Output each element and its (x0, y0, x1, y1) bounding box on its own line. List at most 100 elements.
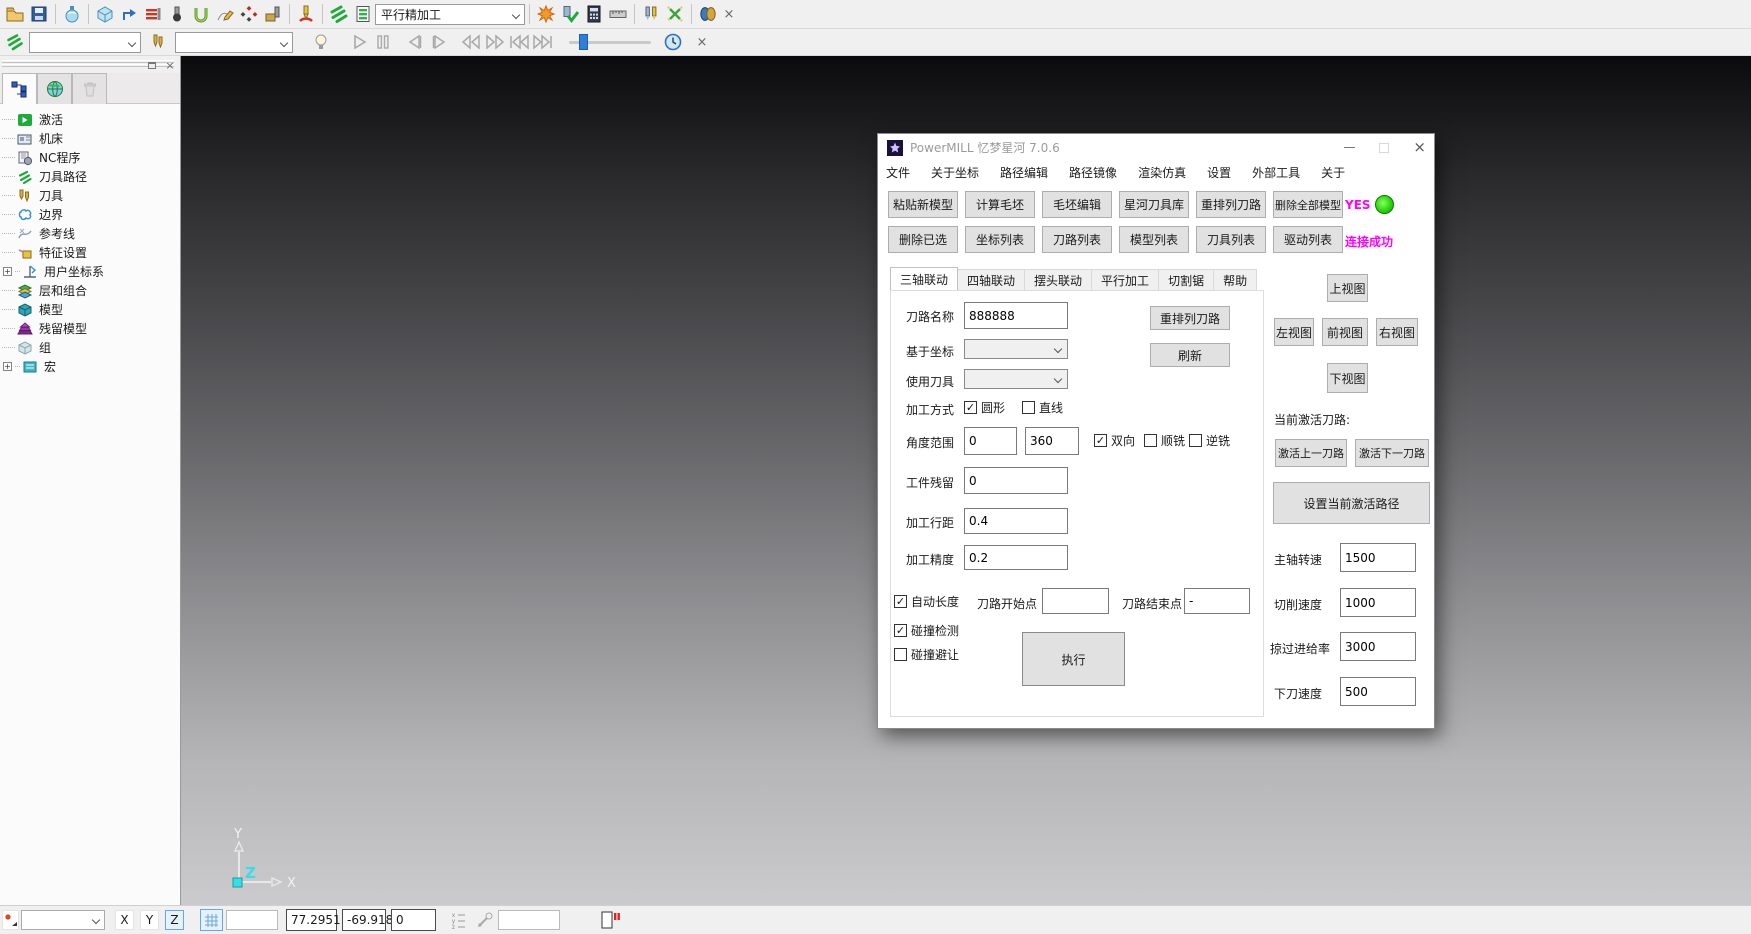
toolpath-name-input[interactable] (964, 302, 1068, 329)
menu-about[interactable]: 关于 (1321, 164, 1345, 181)
menu-coords[interactable]: 关于坐标 (931, 164, 979, 181)
expand-icon[interactable]: + (3, 267, 12, 276)
boundary-u-icon[interactable] (189, 2, 213, 26)
stock-remain-input[interactable] (964, 467, 1068, 494)
menu-external-tools[interactable]: 外部工具 (1252, 164, 1300, 181)
toolpath-list-button[interactable]: 刀路列表 (1042, 226, 1112, 253)
use-tool-combobox[interactable] (964, 369, 1068, 389)
clipboard-status-icon[interactable] (600, 911, 620, 933)
collision-avoid-checkbox[interactable]: 碰撞避让 (894, 646, 959, 663)
tool-list-button[interactable]: 刀具列表 (1196, 226, 1266, 253)
rearrange-toolpaths-button[interactable]: 重排列刀路 (1196, 191, 1266, 218)
drive-list-button[interactable]: 驱动列表 (1273, 226, 1343, 253)
close-icon[interactable]: × (1413, 140, 1426, 155)
axis-y-button[interactable]: Y (140, 910, 159, 930)
grid-snap-button[interactable] (200, 909, 223, 931)
sim-tool-combobox[interactable] (175, 32, 293, 53)
view-left-button[interactable]: 左视图 (1274, 318, 1314, 346)
stock-edit-button[interactable]: 毛坯编辑 (1042, 191, 1112, 218)
panel-grip[interactable]: × (0, 56, 180, 73)
conventional-mill-checkbox[interactable]: 逆铣 (1189, 432, 1230, 449)
tree-item-stock-models[interactable]: 残留模型 (2, 319, 180, 338)
execute-button[interactable]: 执行 (1022, 632, 1125, 686)
bidirectional-checkbox[interactable]: ✓双向 (1094, 432, 1135, 449)
pause-icon[interactable] (371, 30, 395, 54)
swap-axes-icon[interactable] (663, 2, 687, 26)
view-top-button[interactable]: 上视图 (1327, 274, 1368, 302)
compare-cylinders-icon[interactable] (696, 2, 720, 26)
view-front-button[interactable]: 前视图 (1322, 318, 1368, 346)
tab-tilt-head[interactable]: 摆头联动 (1024, 269, 1092, 290)
tolerance-input[interactable] (964, 545, 1068, 570)
tab-3axis[interactable]: 三轴联动 (890, 267, 958, 290)
paste-new-model-button[interactable]: 粘贴新模型 (888, 191, 958, 218)
path-start-input[interactable] (1042, 588, 1109, 614)
toolpath-list-icon[interactable] (351, 2, 375, 26)
tree-item-machine[interactable]: 机床 (2, 129, 180, 148)
tab-help[interactable]: 帮助 (1213, 269, 1257, 290)
tree-item-models[interactable]: 模型 (2, 300, 180, 319)
tab-trash[interactable] (72, 73, 107, 104)
tab-explorer-tree[interactable] (2, 73, 37, 104)
refresh-button[interactable]: 刷新 (1150, 343, 1230, 367)
fast-forward-icon[interactable] (483, 30, 507, 54)
tolerance-status-input[interactable] (498, 910, 560, 930)
skim-feed-input[interactable] (1340, 632, 1416, 661)
grid-size-input[interactable] (226, 910, 278, 930)
angle-to-input[interactable] (1025, 427, 1079, 455)
stepover-input[interactable] (964, 508, 1068, 534)
slider-handle[interactable] (579, 34, 588, 50)
ruler-icon[interactable] (606, 2, 630, 26)
tree-item-activate[interactable]: 激活 (2, 110, 180, 129)
powermill-logo-icon[interactable] (327, 2, 351, 26)
pattern-pencil-icon[interactable] (213, 2, 237, 26)
maximize-icon[interactable] (1379, 143, 1389, 153)
strategy-combobox[interactable]: 平行精加工 (375, 4, 525, 25)
go-start-icon[interactable] (507, 30, 531, 54)
burst-tool-icon[interactable] (534, 2, 558, 26)
axis-z-button[interactable]: Z (165, 910, 184, 930)
tab-saw[interactable]: 切割锯 (1158, 269, 1214, 290)
save-project-icon[interactable] (27, 2, 51, 26)
auto-length-checkbox[interactable]: ✓自动长度 (894, 593, 959, 610)
tab-globe[interactable] (37, 73, 72, 104)
status-combobox[interactable] (21, 910, 105, 930)
view-bottom-button[interactable]: 下视图 (1327, 363, 1368, 393)
method-circle-checkbox[interactable]: ✓圆形 (964, 399, 1005, 416)
menu-render-sim[interactable]: 渲染仿真 (1138, 164, 1186, 181)
points-icon[interactable] (237, 2, 261, 26)
bulb-icon[interactable] (309, 30, 333, 54)
activate-prev-toolpath-button[interactable]: 激活上一刀路 (1275, 439, 1347, 467)
tree-item-groups[interactable]: 组 (2, 338, 180, 357)
tool-block-icon[interactable] (261, 2, 285, 26)
angle-from-input[interactable] (964, 427, 1017, 455)
plunge-feed-input[interactable] (1340, 677, 1416, 706)
menu-path-mirror[interactable]: 路径镜像 (1069, 164, 1117, 181)
step-back-icon[interactable] (403, 30, 427, 54)
rearrange-button[interactable]: 重排列刀路 (1150, 306, 1230, 330)
verify-check-icon[interactable] (558, 2, 582, 26)
menu-file[interactable]: 文件 (886, 164, 910, 181)
xyz-list-icon[interactable]: xyz (452, 912, 468, 932)
close-toolbar-icon[interactable]: × (720, 7, 738, 22)
tree-item-nc-programs[interactable]: NC程序 (2, 148, 180, 167)
method-line-checkbox[interactable]: 直线 (1022, 399, 1063, 416)
menu-settings[interactable]: 设置 (1207, 164, 1231, 181)
set-active-path-button[interactable]: 设置当前激活路径 (1273, 482, 1430, 524)
close-toolbar-icon[interactable]: × (693, 35, 711, 50)
coord-base-combobox[interactable] (964, 339, 1068, 359)
tree-item-patterns[interactable]: 参考线 (2, 224, 180, 243)
collision-check-checkbox[interactable]: ✓碰撞检测 (894, 622, 959, 639)
step-forward-icon[interactable] (427, 30, 451, 54)
simulation-speed-slider[interactable] (569, 32, 651, 52)
climb-mill-checkbox[interactable]: 顺铣 (1144, 432, 1185, 449)
minimize-icon[interactable] (1344, 147, 1355, 148)
coord-list-button[interactable]: 坐标列表 (965, 226, 1035, 253)
toolpath-connections-icon[interactable] (117, 2, 141, 26)
delete-selected-button[interactable]: 删除已选 (888, 226, 958, 253)
tree-item-feature-sets[interactable]: 特征设置 (2, 243, 180, 262)
axis-x-button[interactable]: X (115, 910, 134, 930)
panel-float-icon[interactable] (145, 59, 159, 71)
cutting-feed-input[interactable] (1340, 588, 1416, 617)
tool-library-button[interactable]: 星河刀具库 (1119, 191, 1189, 218)
